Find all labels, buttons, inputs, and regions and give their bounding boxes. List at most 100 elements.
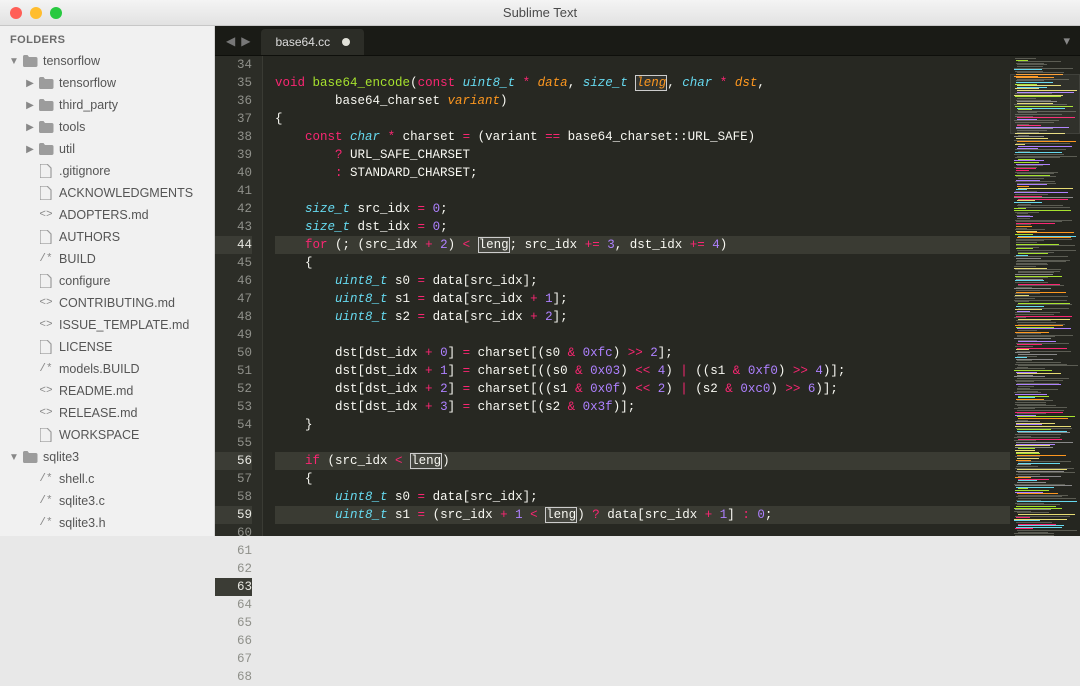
code-line[interactable]: for (; (src_idx + 2) < leng; src_idx += … [275,236,1010,254]
folder-tree[interactable]: ▼tensorflow▶tensorflow▶third_party▶tools… [0,50,214,536]
line-number[interactable]: 68 [215,668,252,686]
line-number[interactable]: 60 [215,524,252,542]
line-number[interactable]: 42 [215,200,252,218]
code-line[interactable] [275,326,1010,344]
tree-file[interactable]: <>ISSUE_TEMPLATE.md [0,314,214,336]
code-line[interactable]: dst[dst_idx + 2] = charset[((s1 & 0x0f) … [275,380,1010,398]
code-line[interactable]: { [275,110,1010,128]
line-number[interactable]: 59 [215,506,252,524]
tree-file[interactable]: <>RELEASE.md [0,402,214,424]
code-line[interactable]: dst[dst_idx + 3] = charset[(s2 & 0x3f)]; [275,398,1010,416]
tab-base64-cc[interactable]: base64.cc [261,29,365,55]
line-number[interactable]: 39 [215,146,252,164]
code-line[interactable]: } [275,416,1010,434]
code-line[interactable]: uint8_t s2 = data[src_idx + 2]; [275,308,1010,326]
tree-file[interactable]: <>README.md [0,380,214,402]
line-number[interactable]: 67 [215,650,252,668]
nav-forward-icon[interactable]: ▶ [238,34,253,48]
code-line[interactable]: { [275,254,1010,272]
line-number[interactable]: 34 [215,56,252,74]
code-line[interactable]: uint8_t s1 = (src_idx + 1 < leng) ? data… [275,506,1010,524]
code-editor[interactable]: void base64_encode(const uint8_t * data,… [263,56,1010,536]
line-number[interactable]: 49 [215,326,252,344]
line-number[interactable]: 43 [215,218,252,236]
tree-folder[interactable]: ▶third_party [0,94,214,116]
line-number[interactable]: 46 [215,272,252,290]
line-number[interactable]: 48 [215,308,252,326]
tree-folder[interactable]: ▼sqlite3 [0,446,214,468]
code-line[interactable]: const char * charset = (variant == base6… [275,128,1010,146]
tree-file[interactable]: /*sqlite3.h [0,512,214,534]
line-number[interactable]: 51 [215,362,252,380]
close-window-button[interactable] [10,7,22,19]
code-line[interactable]: dst[dst_idx + 0] = charset[(s0 & 0xfc) >… [275,344,1010,362]
disclosure-arrow-icon[interactable]: ▶ [24,144,36,155]
code-line[interactable]: if (src_idx < leng) [275,452,1010,470]
code-line[interactable] [275,434,1010,452]
line-number[interactable]: 38 [215,128,252,146]
line-number[interactable]: 61 [215,542,252,560]
line-number[interactable]: 37 [215,110,252,128]
zoom-window-button[interactable] [50,7,62,19]
line-number-gutter[interactable]: 3435363738394041424344454647484950515253… [215,56,263,536]
tree-file[interactable]: /*shell.c [0,468,214,490]
code-line[interactable]: uint8_t s0 = data[src_idx]; [275,272,1010,290]
line-number[interactable]: 50 [215,344,252,362]
line-number[interactable]: 52 [215,380,252,398]
line-number[interactable]: 62 [215,560,252,578]
minimap[interactable] [1010,56,1080,536]
code-line[interactable]: ? URL_SAFE_CHARSET [275,146,1010,164]
line-number[interactable]: 47 [215,290,252,308]
tree-file[interactable]: AUTHORS [0,226,214,248]
code-line[interactable]: { [275,470,1010,488]
line-number[interactable]: 57 [215,470,252,488]
line-number[interactable]: 63 [215,578,252,596]
line-number[interactable]: 64 [215,596,252,614]
tree-folder[interactable]: ▶tensorflow [0,72,214,94]
tree-file[interactable]: /*sqlite3.c [0,490,214,512]
tree-file[interactable]: WORKSPACE [0,424,214,446]
minimize-window-button[interactable] [30,7,42,19]
line-number[interactable]: 36 [215,92,252,110]
tree-file[interactable]: LICENSE [0,336,214,358]
tree-file[interactable]: configure [0,270,214,292]
code-line[interactable]: void base64_encode(const uint8_t * data,… [275,74,1010,92]
tab-overflow-menu-button[interactable]: ▾ [1053,26,1080,55]
nav-back-icon[interactable]: ◀ [223,34,238,48]
tree-file[interactable]: /*models.BUILD [0,358,214,380]
line-number[interactable]: 44 [215,236,252,254]
tree-file[interactable]: <>CONTRIBUTING.md [0,292,214,314]
disclosure-arrow-icon[interactable]: ▶ [24,100,36,111]
tree-file[interactable]: <>ADOPTERS.md [0,204,214,226]
code-line[interactable] [275,524,1010,536]
tree-folder[interactable]: ▼tensorflow [0,50,214,72]
line-number[interactable]: 35 [215,74,252,92]
line-number[interactable]: 45 [215,254,252,272]
tree-file[interactable]: .gitignore [0,160,214,182]
disclosure-arrow-icon[interactable]: ▶ [24,78,36,89]
line-number[interactable]: 66 [215,632,252,650]
code-line[interactable]: base64_charset variant) [275,92,1010,110]
code-line[interactable] [275,56,1010,74]
code-line[interactable]: : STANDARD_CHARSET; [275,164,1010,182]
tree-folder[interactable]: ▶util [0,138,214,160]
line-number[interactable]: 40 [215,164,252,182]
code-line[interactable]: uint8_t s1 = data[src_idx + 1]; [275,290,1010,308]
line-number[interactable]: 41 [215,182,252,200]
tree-folder[interactable]: ▶tools [0,116,214,138]
code-line[interactable]: uint8_t s0 = data[src_idx]; [275,488,1010,506]
line-number[interactable]: 58 [215,488,252,506]
code-line[interactable]: size_t src_idx = 0; [275,200,1010,218]
code-line[interactable]: dst[dst_idx + 1] = charset[((s0 & 0x03) … [275,362,1010,380]
disclosure-arrow-icon[interactable]: ▼ [8,452,20,463]
tree-file[interactable]: ACKNOWLEDGMENTS [0,182,214,204]
line-number[interactable]: 56 [215,452,252,470]
line-number[interactable]: 65 [215,614,252,632]
code-line[interactable]: size_t dst_idx = 0; [275,218,1010,236]
tree-file[interactable]: /*BUILD [0,248,214,270]
line-number[interactable]: 54 [215,416,252,434]
minimap-viewport[interactable] [1010,74,1080,134]
line-number[interactable]: 53 [215,398,252,416]
disclosure-arrow-icon[interactable]: ▶ [24,122,36,133]
line-number[interactable]: 55 [215,434,252,452]
